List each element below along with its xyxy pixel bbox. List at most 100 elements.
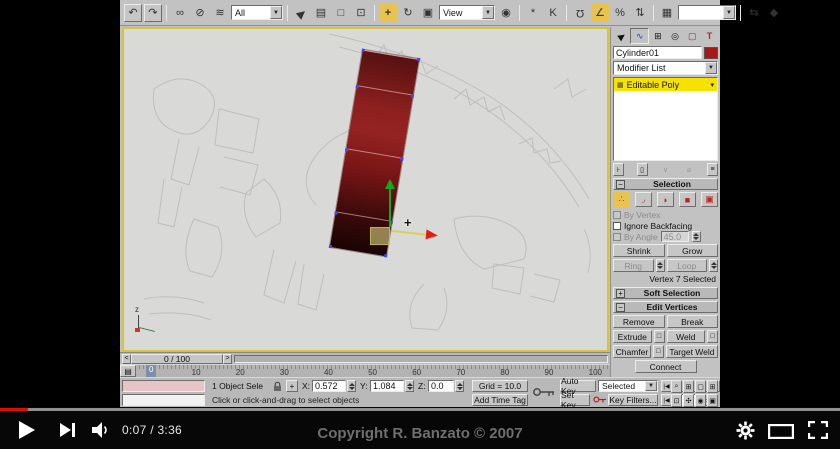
zoom-extents-icon[interactable]: ▢: [695, 380, 706, 393]
vertex-dot[interactable]: [361, 48, 366, 52]
remove-modifier-icon[interactable]: ⌀: [684, 163, 695, 176]
zoom-extents-all-icon[interactable]: ⊞: [707, 380, 718, 393]
z-coord-field[interactable]: 0.0: [428, 380, 454, 392]
modify-tab-icon[interactable]: ∿: [630, 28, 650, 44]
select-by-name-icon[interactable]: ▤: [312, 4, 330, 22]
maxscript-mini-listener-pink[interactable]: [122, 380, 205, 392]
chamfer-button[interactable]: Chamfer: [613, 345, 651, 358]
key-filter-key-icon[interactable]: [593, 395, 607, 404]
chevron-down-icon[interactable]: ▼: [723, 6, 735, 19]
edge-subobject-icon[interactable]: ◞: [635, 192, 652, 207]
set-key-button[interactable]: Set Key: [560, 390, 590, 410]
checkbox-icon[interactable]: [613, 221, 621, 230]
weld-settings-icon[interactable]: □: [707, 330, 718, 343]
mini-curve-editor-icon[interactable]: ▤: [120, 365, 136, 377]
element-subobject-icon[interactable]: ▣: [701, 192, 718, 207]
rect-selection-region-icon[interactable]: □: [332, 4, 350, 22]
gizmo-x-axis[interactable]: [391, 230, 431, 236]
named-selection-dropdown[interactable]: ▼: [678, 5, 736, 20]
z-spinner[interactable]: [455, 380, 464, 392]
progress-bar[interactable]: [0, 408, 840, 411]
border-subobject-icon[interactable]: ◗: [657, 192, 674, 207]
soft-selection-rollout-header[interactable]: + Soft Selection: [613, 287, 718, 299]
keyboard-override-icon[interactable]: K: [544, 4, 562, 22]
selection-filter-dropdown[interactable]: All ▼: [231, 5, 283, 20]
percent-snap-icon[interactable]: %: [611, 4, 629, 22]
collapse-icon[interactable]: −: [616, 302, 625, 312]
chevron-down-icon[interactable]: ▼: [705, 62, 717, 74]
selected-set-dropdown[interactable]: Selected ▼: [598, 380, 658, 392]
extrude-settings-icon[interactable]: □: [653, 330, 665, 343]
vertex-dot[interactable]: [416, 57, 421, 62]
window-crossing-icon[interactable]: ⊡: [352, 4, 370, 22]
ref-coord-dropdown[interactable]: View ▼: [439, 5, 495, 20]
ring-button[interactable]: Ring: [613, 259, 654, 272]
modifier-list-dropdown[interactable]: Modifier List ▼: [613, 61, 718, 75]
vertex-dot[interactable]: [328, 244, 333, 249]
motion-tab-icon[interactable]: ◎: [667, 28, 684, 44]
pin-stack-icon[interactable]: ⊦: [613, 163, 624, 176]
expand-icon[interactable]: +: [616, 288, 625, 298]
spinner-snap-icon[interactable]: ⇅: [631, 4, 649, 22]
add-time-tag-button[interactable]: Add Time Tag: [472, 394, 528, 406]
modifier-stack[interactable]: ▦ Editable Poly ▾: [613, 77, 718, 161]
select-move-icon[interactable]: +: [379, 3, 397, 22]
stack-item-editable-poly[interactable]: ▦ Editable Poly ▾: [614, 78, 717, 91]
make-unique-icon[interactable]: ∨: [660, 163, 671, 176]
extrude-button[interactable]: Extrude: [613, 330, 652, 343]
chevron-down-icon[interactable]: ▼: [645, 381, 657, 391]
play-button[interactable]: [14, 419, 40, 441]
select-object-icon[interactable]: ▶: [288, 0, 313, 25]
loop-button[interactable]: Loop: [666, 259, 707, 272]
time-slider-handle[interactable]: 0 / 100: [131, 353, 223, 364]
time-slider[interactable]: < 0 / 100 >: [120, 352, 610, 364]
by-angle-checkbox[interactable]: By Angle 45.0: [613, 231, 718, 242]
shrink-button[interactable]: Shrink: [613, 244, 665, 257]
grow-button[interactable]: Grow: [666, 244, 718, 257]
edit-vertices-rollout-header[interactable]: − Edit Vertices: [613, 301, 718, 313]
select-manipulate-icon[interactable]: *: [524, 4, 542, 22]
checkbox-icon[interactable]: [613, 210, 621, 219]
settings-gear-icon[interactable]: [733, 420, 757, 440]
chevron-down-icon[interactable]: ▼: [482, 6, 494, 19]
gizmo-y-axis[interactable]: [389, 187, 391, 227]
chamfer-settings-icon[interactable]: □: [652, 345, 664, 358]
redo-icon[interactable]: ↷: [144, 3, 162, 22]
zoom-icon[interactable]: ⌕: [671, 380, 682, 393]
zoom-region-icon[interactable]: ⊡: [671, 394, 682, 407]
next-button[interactable]: [56, 421, 80, 439]
mirror-icon[interactable]: ⇆: [745, 4, 763, 22]
by-angle-spinner[interactable]: [691, 231, 701, 242]
checkbox-icon[interactable]: [613, 232, 621, 241]
gizmo-xy-plane-handle[interactable]: [370, 227, 390, 245]
x-coord-field[interactable]: 0.572: [312, 380, 346, 392]
x-spinner[interactable]: [347, 380, 356, 392]
ignore-backfacing-checkbox[interactable]: Ignore Backfacing: [613, 220, 718, 231]
vertex-dot[interactable]: [410, 94, 415, 98]
prev-frame-arrow[interactable]: <: [122, 353, 131, 364]
use-pivot-center-icon[interactable]: ◉: [497, 4, 515, 22]
by-angle-field[interactable]: 45.0: [660, 231, 689, 242]
break-button[interactable]: Break: [666, 315, 718, 328]
polygon-subobject-icon[interactable]: ■: [679, 192, 696, 207]
key-filters-button[interactable]: Key Filters...: [608, 394, 658, 406]
pan-hand-icon[interactable]: ✣: [683, 394, 694, 407]
zoom-all-icon[interactable]: ⊞: [683, 380, 694, 393]
object-name-field[interactable]: Cylinder01: [613, 46, 702, 59]
absolute-offset-toggle-icon[interactable]: +: [286, 380, 298, 392]
y-coord-field[interactable]: 1.084: [370, 380, 404, 392]
loop-spinner[interactable]: [709, 259, 718, 272]
selection-lock-icon[interactable]: [272, 381, 283, 392]
volume-icon[interactable]: [90, 421, 114, 439]
time-slider-track[interactable]: [234, 354, 608, 363]
connect-button[interactable]: Connect: [634, 360, 697, 373]
chevron-down-icon[interactable]: ▼: [270, 6, 282, 19]
select-rotate-icon[interactable]: ↻: [399, 4, 417, 22]
by-vertex-checkbox[interactable]: By Vertex: [613, 209, 718, 220]
unlink-icon[interactable]: ⊘: [191, 4, 209, 22]
maxscript-mini-listener-white[interactable]: [122, 394, 205, 406]
configure-modifier-sets-icon[interactable]: ≡: [707, 163, 718, 176]
hierarchy-tab-icon[interactable]: ⊞: [649, 28, 666, 44]
remove-button[interactable]: Remove: [613, 315, 665, 328]
utilities-tab-icon[interactable]: T: [701, 28, 718, 44]
